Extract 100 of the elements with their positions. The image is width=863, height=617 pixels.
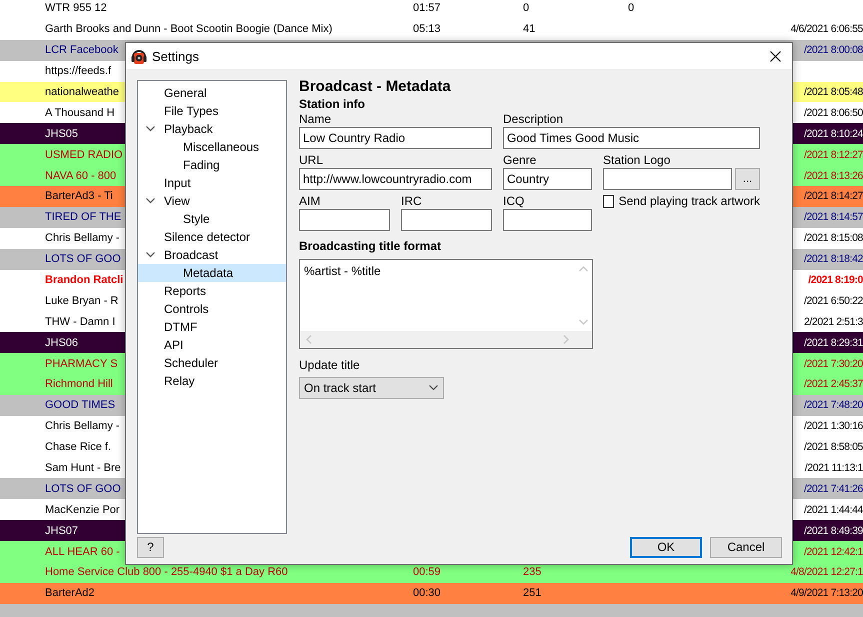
- track-date: /2021 8:13:26: [804, 170, 863, 182]
- settings-tree-item[interactable]: File Types: [138, 102, 286, 120]
- name-field[interactable]: Low Country Radio: [299, 127, 492, 149]
- table-cell: 41: [523, 23, 536, 36]
- track-date: /2021 1:44:44: [804, 504, 863, 516]
- track-title: A Thousand H: [45, 106, 115, 119]
- chevron-down-icon[interactable]: [146, 252, 155, 258]
- track-title: WTR 955 12: [45, 2, 107, 14]
- field-label: Name: [299, 111, 332, 127]
- track-title: Luke Bryan - R: [45, 294, 118, 307]
- section-heading: Station info: [299, 97, 366, 111]
- headphones-icon: [131, 48, 147, 64]
- table-cell: 235: [523, 566, 542, 578]
- track-title: JHS07: [45, 524, 78, 537]
- settings-tree-item[interactable]: DTMF: [138, 318, 286, 336]
- track-title: Chase Rice f.: [45, 441, 112, 454]
- track-date: /2021 8:06:50: [804, 106, 863, 119]
- track-title: TIRED OF THE: [45, 211, 122, 224]
- settings-tree-item[interactable]: Style: [138, 210, 286, 228]
- track-title: GOOD TIMES: [45, 399, 116, 412]
- station-logo-field[interactable]: [603, 168, 732, 190]
- track-title: PHARMACY S: [45, 358, 118, 370]
- settings-tree-item[interactable]: Relay: [138, 372, 286, 390]
- settings-tree-item[interactable]: Scheduler: [138, 354, 286, 372]
- settings-tree-item[interactable]: General: [138, 84, 286, 102]
- track-date: /2021 8:49:39: [804, 524, 863, 537]
- browse-button[interactable]: ...: [735, 168, 760, 190]
- track-title: Chris Bellamy -: [45, 420, 120, 432]
- track-date: 4/8/2021 12:27:1: [790, 566, 863, 578]
- track-title: Richmond Hill: [45, 378, 113, 390]
- track-date: 2/2021 2:51:3: [804, 316, 863, 328]
- track-title: Chris Bellamy -: [45, 232, 120, 244]
- track-date: /2021 7:41:26: [804, 482, 863, 495]
- track-title: ALL HEAR 60 -: [45, 546, 120, 558]
- track-title: JHS05: [45, 128, 78, 140]
- checkbox[interactable]: [603, 194, 614, 208]
- track-duration: 00:59: [413, 566, 441, 578]
- track-title: BarterAd2: [45, 587, 95, 600]
- track-title: nationalweathe: [45, 86, 120, 98]
- track-title: BarterAd3 - Ti: [45, 190, 113, 202]
- playlist-row[interactable]: BarterAd2 00:30 251 4/9/2021 7:13:20: [0, 582, 863, 604]
- track-date: /2021 8:14:27: [804, 190, 863, 202]
- chevron-down-icon[interactable]: [429, 385, 438, 391]
- track-duration: 00:30: [413, 587, 441, 600]
- track-date: 4/6/2021 6:06:55: [790, 23, 863, 36]
- checkbox-label[interactable]: Send playing track artwork: [618, 194, 760, 208]
- track-title: THW - Damn I: [45, 316, 116, 328]
- track-title: https://feeds.f: [45, 65, 112, 78]
- track-date: /2021 8:05:48: [804, 86, 863, 98]
- track-date: 4/9/2021 7:13:20: [790, 587, 863, 600]
- track-date: /2021 8:12:27: [804, 148, 863, 161]
- settings-tree-item[interactable]: Controls: [138, 300, 286, 318]
- field-label: Description: [503, 111, 564, 127]
- field-label: ICQ: [503, 193, 524, 209]
- track-date: /2021 8:29:31: [804, 336, 863, 349]
- track-title: Home Service Club 800 - 255-4940 $1 a Day R60: [45, 566, 288, 578]
- cancel-button[interactable]: Cancel: [710, 536, 782, 558]
- track-date: /2021 8:58:05: [804, 441, 863, 454]
- track-date: /2021 8:14:57: [804, 211, 863, 224]
- icq-field[interactable]: [503, 209, 592, 231]
- track-date: /2021 8:19:0: [808, 274, 863, 286]
- close-icon[interactable]: [770, 50, 780, 62]
- settings-tree-item[interactable]: Fading: [138, 156, 286, 174]
- description-field[interactable]: Good Times Good Music: [503, 127, 760, 149]
- track-date: /2021 8:00:08: [804, 44, 863, 56]
- settings-tree-item[interactable]: Metadata: [138, 264, 286, 282]
- field-label: Update title: [299, 357, 360, 373]
- track-date: /2021 11:13:1: [804, 462, 863, 474]
- table-cell: 251: [523, 587, 542, 600]
- track-title: Garth Brooks and Dunn - Boot Scootin Boogie (Dance Mix): [45, 23, 332, 36]
- track-title: LOTS OF GOO: [45, 482, 121, 495]
- genre-field[interactable]: Country: [503, 168, 592, 190]
- table-cell: 0: [628, 2, 634, 14]
- settings-tree-item[interactable]: Input: [138, 174, 286, 192]
- field-label: URL: [299, 152, 324, 168]
- settings-tree-item[interactable]: Playback: [138, 120, 286, 138]
- settings-tree-item[interactable]: API: [138, 336, 286, 354]
- help-button[interactable]: ?: [137, 536, 164, 558]
- aim-field[interactable]: [299, 209, 390, 231]
- track-title: MacKenzie Por: [45, 504, 120, 516]
- track-title: Sam Hunt - Bre: [45, 462, 121, 474]
- field-label: Station Logo: [603, 152, 670, 168]
- window-title: Settings: [152, 48, 199, 64]
- settings-tree-item[interactable]: Miscellaneous: [138, 138, 286, 156]
- track-date: /2021 7:48:20: [804, 399, 863, 412]
- settings-tree-item[interactable]: Broadcast: [138, 246, 286, 264]
- irc-field[interactable]: [401, 209, 492, 231]
- url-field[interactable]: http://www.lowcountryradio.com: [299, 168, 492, 190]
- settings-tree-item[interactable]: Reports: [138, 282, 286, 300]
- field-label: AIM: [299, 193, 320, 209]
- chevron-down-icon[interactable]: [146, 126, 155, 132]
- track-date: /2021 7:30:20: [804, 358, 863, 370]
- settings-tree-item[interactable]: View: [138, 192, 286, 210]
- title-format-field[interactable]: %artist - %title: [299, 259, 593, 349]
- chevron-down-icon[interactable]: [146, 198, 155, 204]
- update-title-dropdown[interactable]: On track start: [299, 377, 444, 399]
- settings-tree-item[interactable]: Silence detector: [138, 228, 286, 246]
- track-title: NAVA 60 - 800: [45, 170, 116, 182]
- ok-button[interactable]: OK: [630, 536, 702, 558]
- field-label: IRC: [401, 193, 422, 209]
